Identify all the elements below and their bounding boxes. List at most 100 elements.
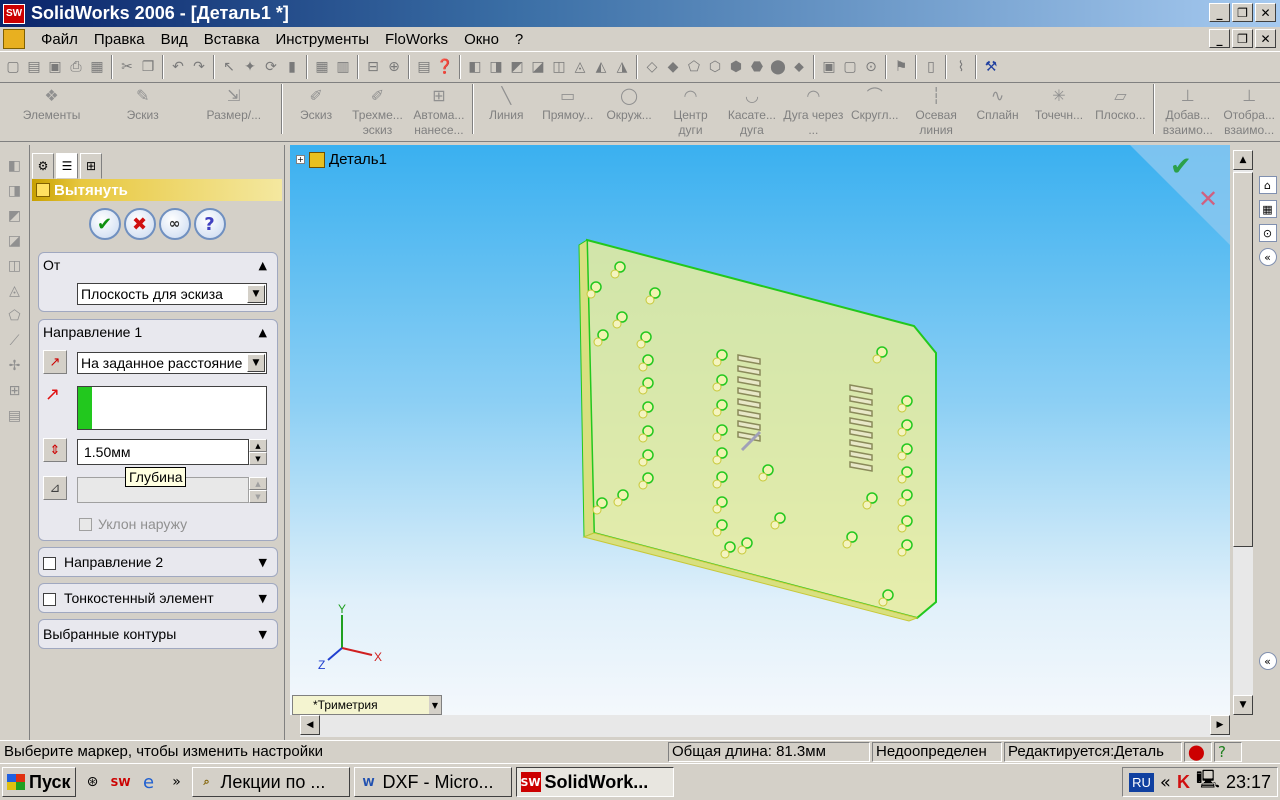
depth-spinner[interactable]: ▲ ▼ [249,439,267,465]
features-tab-button[interactable]: ❖ Элементы [6,84,97,123]
auto-dimension-button[interactable]: ⊞ Автома... нанесе... [408,84,469,138]
collapse-pane-icon[interactable]: « [1258,248,1277,266]
from-select[interactable]: Плоскость для эскиза ▼ [77,283,267,305]
detailed-preview-button[interactable]: ∞ [158,208,191,240]
menu-floworks[interactable]: FloWorks [377,31,456,48]
rectangle-button[interactable]: ▭ Прямоу... [537,84,598,123]
thin-feature-group-header[interactable]: Тонкостенный элемент ▼ [39,584,277,612]
open-file-icon[interactable]: ▤ [25,58,43,76]
menu-edit[interactable]: Правка [86,31,153,48]
configuration-manager-tab[interactable]: ⊞ [80,153,102,179]
vertical-scrollbar[interactable]: ▲ ▼ [1233,150,1253,715]
tools-icon[interactable]: ⚒ [982,58,1000,76]
redo-icon[interactable]: ↷ [190,58,208,76]
pattern-icon[interactable]: ◮ [613,58,631,76]
menu-window[interactable]: Окно [456,31,507,48]
direction1-group-header[interactable]: Направление 1 ▲ [39,320,277,344]
direction2-checkbox[interactable] [43,556,56,570]
zoom-icon[interactable]: ⊕ [385,58,403,76]
sketch-button[interactable]: ✐ Эскиз [285,84,346,123]
task-lectures[interactable]: ⌕ Лекции по ... [191,767,350,797]
wrap-icon[interactable]: ⬢ [727,58,745,76]
collapse-arrow-icon[interactable]: ▲ [259,259,267,272]
menu-help[interactable]: ? [507,31,531,48]
spring-icon[interactable]: ⌇ [952,58,970,76]
relation-icon[interactable]: ⊞ [6,382,24,400]
ok-button[interactable]: ✔ [88,208,121,240]
more-quick-launch-icon[interactable]: » [166,771,188,793]
end-condition-select[interactable]: На заданное расстояние ▼ [77,352,267,374]
scroll-left-icon[interactable]: ◀ [300,715,320,735]
new-document-icon[interactable]: ▯ [922,58,940,76]
properties-icon[interactable]: ▤ [415,58,433,76]
shell-feature-icon[interactable]: ⬠ [6,307,24,325]
restore-button[interactable]: ❐ [1232,3,1253,22]
scroll-thumb[interactable] [1233,172,1253,547]
indent-icon[interactable]: ⬤ [769,58,787,76]
sketch-tab-button[interactable]: ✎ Эскиз [97,84,188,123]
property-manager-tab[interactable]: ☰ [56,153,78,179]
dropdown-arrow-icon[interactable]: ▼ [247,354,265,372]
dimension-tool-icon[interactable]: ✢ [6,357,24,375]
grid-icon[interactable]: ▦ [313,58,331,76]
print-preview-icon[interactable]: ▦ [88,58,106,76]
flex-icon[interactable]: ⬡ [706,58,724,76]
dropdown-arrow-icon[interactable]: ▼ [247,285,265,303]
view-orientation-icon[interactable]: ⊟ [364,58,382,76]
cancel-button[interactable]: ✖ [123,208,156,240]
spline-button[interactable]: ∿ Сплайн [967,84,1028,123]
menu-tools[interactable]: Инструменты [267,31,377,48]
point-button[interactable]: ✳ Точечн... [1028,84,1089,123]
solidworks-menu-icon[interactable] [3,29,25,49]
model-view[interactable]: ✔ ✕ Y X Z [290,145,1230,715]
collapse-arrow-icon[interactable]: ▲ [259,326,267,339]
curve-icon[interactable]: ◇ [643,58,661,76]
center-arc-button[interactable]: ◠ Центр дуги [660,84,721,138]
solidworks-quick-icon[interactable]: SW [110,771,132,793]
display-relations-button[interactable]: ⊥ Отобра... взаимо... [1218,84,1279,138]
dropdown-arrow-icon[interactable]: ▼ [429,696,441,714]
smart-dimension-icon[interactable]: ✦ [241,58,259,76]
design-library-icon[interactable]: ▦ [1258,200,1277,218]
from-group-header[interactable]: От ▲ [39,253,277,277]
deform-icon[interactable]: ⬣ [748,58,766,76]
scroll-right-icon[interactable]: ▶ [1210,715,1230,735]
network-icon[interactable]: 🖳 [1196,767,1220,797]
dimension-tab-button[interactable]: ⇲ Размер/... [188,84,279,123]
spin-up-icon[interactable]: ▲ [249,439,267,452]
centerline-button[interactable]: ┆ Осевая линия [905,84,966,138]
chamfer-icon[interactable]: ◬ [571,58,589,76]
fillet-icon[interactable]: ◫ [550,58,568,76]
draft-icon[interactable]: ⊿ [43,476,67,500]
language-indicator[interactable]: RU [1129,772,1154,792]
doc-minimize-button[interactable]: _ [1209,29,1230,48]
layer-icon[interactable]: ▤ [6,407,24,425]
extrude-cut-icon[interactable]: ◫ [6,257,24,275]
assembly-icon[interactable]: ▣ [820,58,838,76]
line-button[interactable]: ╲ Линия [476,84,537,123]
circle-button[interactable]: ◯ Окруж... [598,84,659,123]
show-desktop-icon[interactable]: ⊛ [82,771,104,793]
scroll-up-icon[interactable]: ▲ [1233,150,1253,170]
menu-file[interactable]: Файл [33,31,86,48]
reverse-direction-icon[interactable]: ↗ [43,350,67,374]
loft-icon[interactable]: ◪ [529,58,547,76]
quick-tips-icon[interactable]: ? [1214,741,1242,762]
copy-icon[interactable]: ❐ [139,58,157,76]
start-button[interactable]: Пуск [2,767,76,797]
plane-button[interactable]: ▱ Плоско... [1090,84,1151,123]
file-explorer-icon[interactable]: ⊙ [1258,224,1277,242]
internet-explorer-icon[interactable]: e [138,771,160,793]
add-relation-button[interactable]: ⊥ Добав... взаимо... [1157,84,1218,138]
expand-arrow-icon[interactable]: ▼ [259,592,267,605]
shell-icon[interactable]: ◭ [592,58,610,76]
tangent-arc-button[interactable]: ◡ Касате... дуга [721,84,782,138]
surface-icon[interactable]: ◆ [664,58,682,76]
expand-pane-icon[interactable]: « [1258,652,1277,670]
flag-icon[interactable]: ⚑ [892,58,910,76]
spin-down-icon[interactable]: ▼ [249,452,267,465]
expand-arrow-icon[interactable]: ▼ [259,628,267,641]
help-button[interactable]: ? [193,208,226,240]
3point-arc-button[interactable]: ◠ Дуга через ... [783,84,844,138]
cut-icon[interactable]: ✂ [118,58,136,76]
